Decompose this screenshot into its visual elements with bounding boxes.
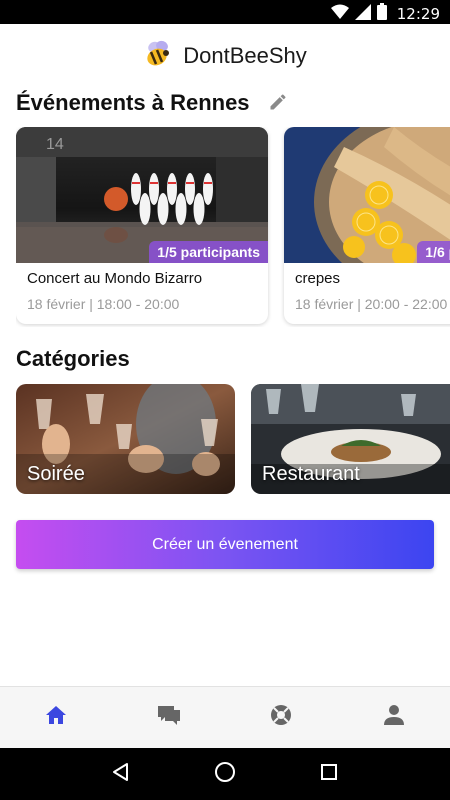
events-carousel[interactable]: 14 1/5 participants Concert au Mondo Biz… — [16, 127, 450, 327]
nav-explore[interactable] — [225, 687, 338, 748]
event-name: crepes — [295, 270, 341, 287]
status-time: 12:29 — [396, 5, 440, 23]
categories-carousel[interactable]: Soirée Restaurant — [16, 384, 450, 496]
event-card[interactable]: 14 1/5 participants Concert au Mondo Biz… — [16, 127, 268, 324]
nav-profile[interactable] — [338, 687, 450, 748]
status-bar: 12:29 — [0, 0, 450, 24]
system-navigation-bar — [0, 748, 450, 800]
home-circle-icon[interactable] — [214, 761, 236, 788]
events-section-title: Événements à Rennes — [16, 90, 250, 115]
edit-city-button[interactable] — [268, 92, 290, 114]
create-event-button[interactable]: Créer un évenement — [16, 520, 434, 569]
bee-icon — [143, 40, 173, 73]
app-header: DontBeeShy — [0, 36, 450, 76]
lifebuoy-icon — [269, 703, 293, 732]
category-label: Restaurant — [262, 463, 360, 485]
categories-section-title: Catégories — [16, 346, 130, 371]
event-card[interactable]: 1/6 participants crepes 18 février | 20:… — [284, 127, 450, 324]
nav-messages[interactable] — [113, 687, 226, 748]
chat-icon — [157, 704, 181, 731]
svg-text:14: 14 — [46, 136, 64, 153]
person-icon — [383, 704, 405, 731]
event-name: Concert au Mondo Bizarro — [27, 270, 203, 287]
event-date: 18 février | 18:00 - 20:00 — [27, 296, 180, 312]
category-card-soiree[interactable]: Soirée — [16, 384, 235, 494]
home-icon — [45, 705, 67, 730]
participants-badge: 1/5 participants — [149, 241, 268, 263]
signal-icon — [354, 3, 371, 25]
category-card-restaurant[interactable]: Restaurant — [251, 384, 450, 494]
pencil-icon — [268, 94, 288, 116]
battery-icon — [376, 3, 387, 25]
event-image-bowling: 14 1/5 participants — [16, 127, 268, 263]
recents-icon[interactable] — [319, 762, 339, 787]
bottom-navigation — [0, 686, 450, 748]
event-image-crepes: 1/6 participants — [284, 127, 450, 263]
participants-badge: 1/6 participants — [417, 241, 450, 263]
wifi-icon — [330, 4, 349, 25]
event-date: 18 février | 20:00 - 22:00 — [295, 296, 448, 312]
category-label: Soirée — [27, 463, 85, 485]
back-icon[interactable] — [111, 762, 131, 787]
nav-home[interactable] — [0, 687, 113, 748]
app-title: DontBeeShy — [183, 43, 307, 68]
app-screen: DontBeeShy Événements à Rennes 14 1/5 pa… — [0, 24, 450, 686]
